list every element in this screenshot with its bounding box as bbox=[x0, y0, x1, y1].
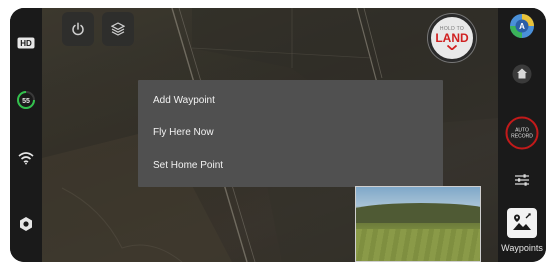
power-button[interactable] bbox=[62, 12, 94, 46]
adjustments-button[interactable] bbox=[498, 172, 546, 188]
waypoints-map-icon[interactable] bbox=[511, 212, 533, 234]
svg-text:A: A bbox=[519, 22, 525, 31]
hd-indicator: HD bbox=[10, 36, 42, 50]
settings-button[interactable] bbox=[10, 215, 42, 233]
auto-record-button[interactable]: AUTO RECORD bbox=[498, 116, 546, 150]
settings-hex-icon[interactable] bbox=[18, 216, 34, 232]
hold-to-land-button[interactable]: HOLD TO LAND bbox=[428, 14, 476, 62]
drone-app-screen: HD 55 HOLD TO LAND Add Waypoint Fly Here… bbox=[10, 8, 546, 262]
right-control-bar: A AUTO RECORD Waypoints bbox=[498, 8, 546, 262]
svg-text:HD: HD bbox=[20, 39, 32, 48]
battery-icon: 55 bbox=[17, 91, 35, 109]
sliders-icon[interactable] bbox=[514, 173, 530, 187]
camera-preview[interactable] bbox=[355, 186, 481, 262]
wifi-icon bbox=[18, 152, 34, 165]
avatar-icon[interactable]: A bbox=[509, 13, 535, 39]
menu-item-add-waypoint[interactable]: Add Waypoint bbox=[138, 84, 443, 116]
waypoints-button[interactable] bbox=[507, 208, 537, 238]
power-icon[interactable] bbox=[71, 22, 85, 36]
left-status-bar: HD 55 bbox=[10, 8, 42, 262]
signal-indicator bbox=[10, 150, 42, 166]
user-avatar[interactable]: A bbox=[498, 12, 546, 40]
home-button[interactable] bbox=[498, 64, 546, 84]
waypoints-label[interactable]: Waypoints bbox=[498, 243, 546, 253]
menu-item-fly-here-now[interactable]: Fly Here Now bbox=[138, 116, 443, 148]
menu-item-set-home-point[interactable]: Set Home Point bbox=[138, 149, 443, 181]
svg-text:RECORD: RECORD bbox=[511, 134, 533, 140]
preview-hills bbox=[356, 203, 480, 223]
layers-icon[interactable] bbox=[111, 22, 125, 36]
home-icon[interactable] bbox=[512, 64, 532, 84]
preview-field bbox=[356, 229, 480, 261]
map-context-menu: Add Waypoint Fly Here Now Set Home Point bbox=[138, 80, 443, 187]
land-button-label: LAND bbox=[435, 31, 469, 45]
battery-indicator: 55 bbox=[10, 90, 42, 110]
layers-button[interactable] bbox=[102, 12, 134, 46]
hd-icon: HD bbox=[17, 37, 35, 49]
chevron-down-icon bbox=[447, 45, 457, 50]
svg-text:55: 55 bbox=[22, 98, 30, 105]
auto-record-icon[interactable]: AUTO RECORD bbox=[505, 116, 539, 150]
